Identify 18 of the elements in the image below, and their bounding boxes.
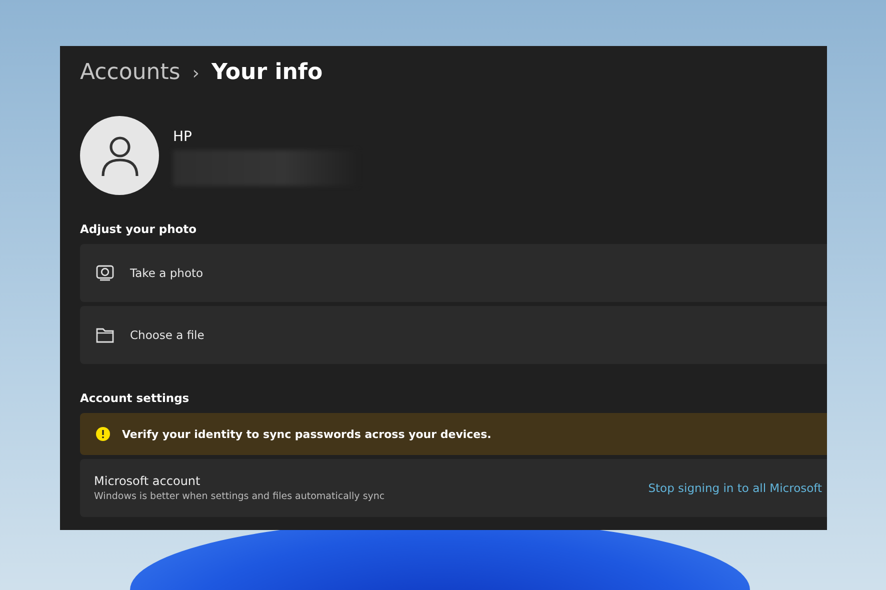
warning-message: Verify your identity to sync passwords across your devices. <box>122 428 492 440</box>
section-heading: Account settings <box>80 391 190 405</box>
page-title: Your info <box>212 60 323 85</box>
row-label: Choose a file <box>130 328 204 342</box>
folder-icon <box>96 327 114 343</box>
stop-signing-in-link[interactable]: Stop signing in to all Microsoft <box>648 481 822 495</box>
row-label: Microsoft account <box>94 474 202 488</box>
settings-row[interactable]: Take a photo <box>80 244 827 302</box>
row-description: Windows is better when settings and files automatically sync <box>94 491 385 502</box>
section-heading: Adjust your photo <box>80 222 198 236</box>
warning-icon <box>96 427 110 441</box>
row-label: Take a photo <box>130 266 204 280</box>
breadcrumb-separator: › <box>192 63 200 84</box>
settings-row[interactable]: Choose a file <box>80 306 827 364</box>
camera-icon <box>96 265 114 281</box>
breadcrumb-link[interactable]: Accounts <box>80 60 180 85</box>
profile-name: HP <box>173 129 193 145</box>
person-icon <box>100 134 140 176</box>
